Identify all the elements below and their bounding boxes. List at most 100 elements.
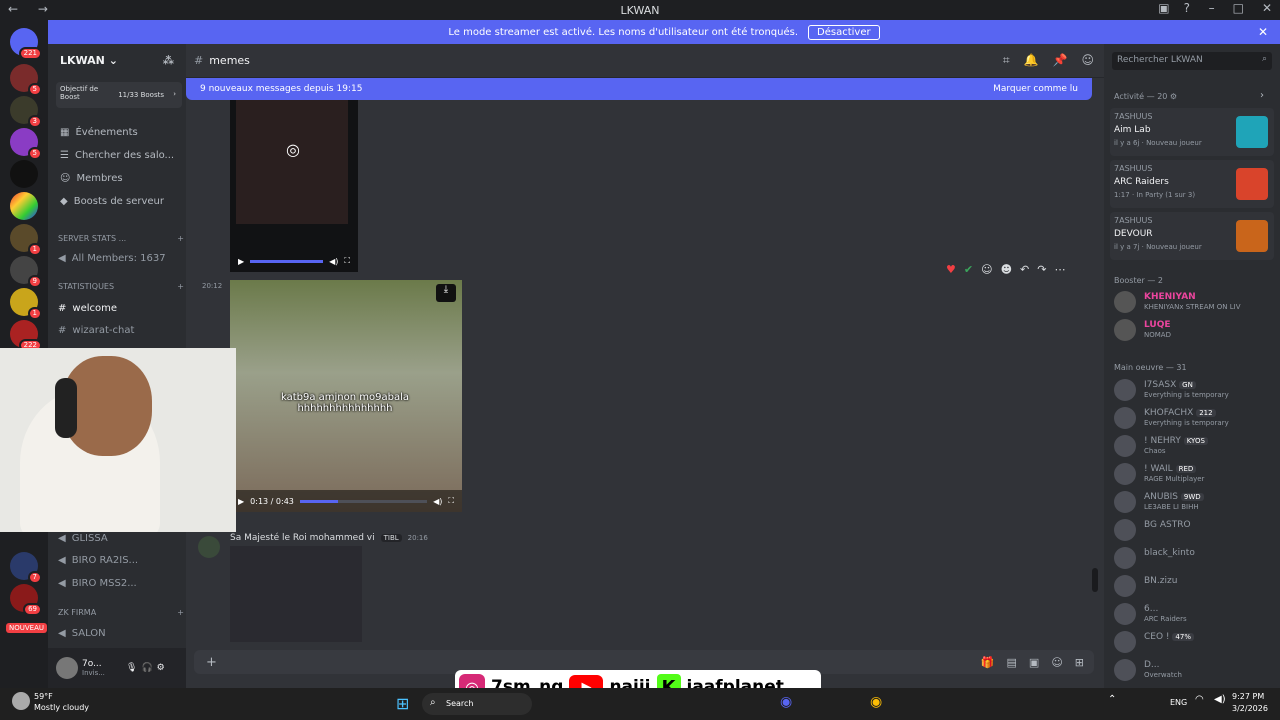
category-zk-firma[interactable]: ZK FIRMA + bbox=[58, 608, 184, 622]
avatar[interactable] bbox=[198, 536, 220, 558]
add-channel-icon[interactable]: + bbox=[177, 234, 184, 248]
play-icon[interactable]: ▶ bbox=[238, 257, 244, 266]
category-statistiques[interactable]: STATISTIQUES + bbox=[58, 282, 184, 296]
server-header[interactable]: LKWAN ⌄ ⁂ bbox=[48, 44, 186, 76]
activity-card[interactable]: 7ASHUUS ARC Raiders 1:17 · In Party (1 sur… bbox=[1110, 160, 1274, 208]
server-icon[interactable]: 7 bbox=[10, 552, 42, 584]
scrollbar[interactable] bbox=[1092, 568, 1098, 592]
download-icon[interactable]: ⤓ bbox=[436, 284, 456, 302]
emoji-icon[interactable]: ☺ bbox=[1051, 656, 1062, 669]
language-indicator[interactable]: ENG bbox=[1170, 698, 1187, 707]
activity-card[interactable]: 7ASHUUS DEVOUR il y a 7j · Nouveau joueur bbox=[1110, 212, 1274, 260]
member-item[interactable]: ! NEHRY KYOS Chaos bbox=[1114, 433, 1278, 459]
member-item[interactable]: 6... ARC Raiders bbox=[1114, 601, 1278, 627]
chevron-right-icon[interactable]: › bbox=[1260, 90, 1264, 101]
member-item[interactable]: CEO ! 47% bbox=[1114, 629, 1278, 655]
search-input[interactable]: Rechercher LKWAN ⌕ bbox=[1112, 52, 1272, 70]
video-attachment[interactable]: ◎ ▶ ◀) ⛶ bbox=[230, 100, 358, 272]
server-icon[interactable]: 69 bbox=[10, 584, 42, 616]
volume-icon[interactable]: ◀) bbox=[1214, 694, 1226, 705]
server-icon[interactable]: 222 bbox=[10, 320, 42, 352]
heart-reaction-icon[interactable]: ♥ bbox=[946, 263, 956, 276]
voice-channel[interactable]: ◀ BIRO RA2IS... bbox=[58, 550, 184, 570]
sticker-icon[interactable]: ▣ bbox=[1029, 656, 1039, 669]
volume-icon[interactable]: ◀) bbox=[433, 497, 442, 506]
server-icon[interactable]: 5 bbox=[10, 64, 42, 96]
server-icon[interactable] bbox=[10, 192, 38, 220]
voice-channel-salon[interactable]: ◀ SALON bbox=[58, 623, 184, 643]
nav-server-boosts[interactable]: ◆ Boosts de serveur bbox=[60, 191, 184, 211]
member-list-icon[interactable]: ☺ bbox=[1081, 53, 1094, 68]
member-item[interactable]: black_kinto bbox=[1114, 545, 1278, 571]
server-icon[interactable]: 3 bbox=[10, 96, 42, 128]
video-progress-bar[interactable] bbox=[299, 499, 428, 503]
help-icon[interactable]: ? bbox=[1184, 1, 1190, 15]
settings-gear-icon[interactable]: ⚙ bbox=[157, 663, 165, 673]
nav-events[interactable]: ▦ Événements bbox=[60, 122, 184, 142]
add-channel-icon[interactable]: + bbox=[177, 282, 184, 296]
taskbar-search[interactable]: ⌕ Search bbox=[422, 693, 532, 715]
pin-icon[interactable]: 📌 bbox=[1053, 53, 1068, 68]
mark-as-read-button[interactable]: Marquer comme lu bbox=[993, 84, 1078, 94]
clock-date[interactable]: 3/2/2026 bbox=[1232, 704, 1268, 713]
member-item[interactable]: KHOFACHX 212 Everything is temporary bbox=[1114, 405, 1278, 431]
server-icon-lkwan[interactable]: 5 bbox=[10, 128, 42, 160]
close-window-button[interactable]: ✕ bbox=[1262, 1, 1272, 15]
tray-chevron-icon[interactable]: ⌃ bbox=[1108, 694, 1116, 705]
server-icon[interactable]: 1 bbox=[10, 224, 42, 256]
fullscreen-icon[interactable]: ⛶ bbox=[344, 256, 350, 266]
video-attachment[interactable] bbox=[230, 546, 362, 642]
add-attachment-button[interactable]: + bbox=[206, 655, 217, 670]
reply-icon[interactable]: ↶ bbox=[1020, 263, 1029, 276]
minimize-button[interactable]: – bbox=[1209, 1, 1215, 15]
add-reaction-icon[interactable]: ☻ bbox=[1001, 263, 1012, 276]
laugh-reaction-icon[interactable]: ☺ bbox=[981, 263, 992, 276]
wifi-icon[interactable]: ◠ bbox=[1195, 694, 1204, 705]
activity-header[interactable]: Activité — 20 ⚙ bbox=[1114, 92, 1177, 101]
activity-card[interactable]: 7ASHUUS Aim Lab il y a 6j · Nouveau joueur bbox=[1110, 108, 1274, 156]
video-attachment[interactable]: ⤓ katb9a amjnon mo9abala hhhhhhhhhhhhhhh… bbox=[230, 280, 462, 512]
channel-wizarat-chat[interactable]: # wizarat-chat bbox=[58, 320, 184, 340]
fullscreen-icon[interactable]: ⛶ bbox=[448, 496, 454, 506]
new-messages-bar[interactable]: 9 nouveaux messages depuis 19:15 Marquer… bbox=[186, 78, 1092, 100]
headset-icon[interactable]: 🎧 bbox=[141, 663, 152, 673]
weather-icon[interactable] bbox=[12, 692, 30, 710]
windows-start-icon[interactable]: ⊞ bbox=[396, 694, 409, 713]
member-item[interactable]: KHENIYAN KHENIYANx STREAM ON LIV bbox=[1114, 289, 1278, 315]
nav-browse-channels[interactable]: ☰ Chercher des salo... bbox=[60, 145, 184, 165]
video-progress-bar[interactable] bbox=[250, 259, 324, 263]
avatar[interactable] bbox=[56, 657, 78, 679]
member-item[interactable]: BN.zizu bbox=[1114, 573, 1278, 599]
check-reaction-icon[interactable]: ✔ bbox=[964, 263, 973, 276]
threads-icon[interactable]: ⌗ bbox=[1003, 53, 1010, 68]
maximize-button[interactable]: □ bbox=[1233, 1, 1244, 15]
category-server-stats[interactable]: SERVER STATS ... + bbox=[58, 234, 184, 248]
voice-channel[interactable]: ◀ BIRO MSS2... bbox=[58, 573, 184, 593]
apps-icon[interactable]: ⊞ bbox=[1075, 656, 1084, 669]
forward-icon[interactable]: ↷ bbox=[1037, 263, 1046, 276]
gif-icon[interactable]: ▤ bbox=[1007, 656, 1017, 669]
close-banner-icon[interactable]: ✕ bbox=[1258, 25, 1268, 39]
clock-time[interactable]: 9:27 PM bbox=[1232, 692, 1264, 701]
member-item[interactable]: ! WAIL RED RAGE Multiplayer bbox=[1114, 461, 1278, 487]
channel-all-members[interactable]: ◀ All Members: 1637 bbox=[58, 248, 184, 268]
nav-members[interactable]: ☺ Membres bbox=[60, 168, 184, 188]
channel-welcome[interactable]: # welcome bbox=[58, 298, 184, 318]
back-forward-icon[interactable]: ← → bbox=[8, 2, 56, 16]
inbox-icon[interactable]: ▣ bbox=[1158, 1, 1169, 15]
invite-icon[interactable]: ⁂ bbox=[163, 54, 174, 67]
direct-messages-icon[interactable]: 221 bbox=[10, 28, 42, 60]
chrome-taskbar-icon[interactable]: ◉ bbox=[870, 694, 882, 710]
member-item[interactable]: I7SASX GN Everything is temporary bbox=[1114, 377, 1278, 403]
discord-taskbar-icon[interactable]: ◉ bbox=[780, 694, 792, 710]
disable-streamer-button[interactable]: Désactiver bbox=[808, 24, 880, 40]
volume-icon[interactable]: ◀) bbox=[329, 257, 338, 266]
server-icon[interactable]: 9 bbox=[10, 256, 42, 288]
server-icon[interactable]: 1 bbox=[10, 288, 42, 320]
server-icon[interactable] bbox=[10, 160, 38, 188]
member-item[interactable]: LUQE NOMAD bbox=[1114, 317, 1278, 343]
author-name[interactable]: Sa Majesté le Roi mohammed vi bbox=[230, 533, 375, 543]
member-item[interactable]: ANUBIS 9WD LE3ABE LI BIHH bbox=[1114, 489, 1278, 515]
play-icon[interactable]: ▶ bbox=[238, 497, 244, 506]
microphone-icon[interactable]: 🎙 bbox=[126, 663, 137, 673]
